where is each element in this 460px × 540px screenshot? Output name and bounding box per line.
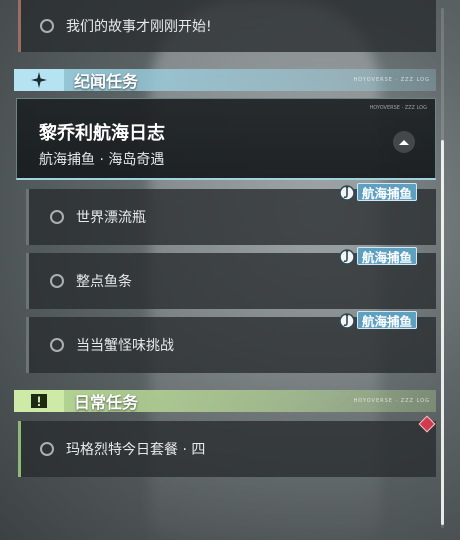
item-accent-bar: [18, 0, 21, 52]
main-quest-subtitle: 航海捕鱼 · 海岛奇遇: [39, 152, 165, 168]
item-accent-bar: [26, 253, 29, 309]
incomplete-circle-icon: [40, 442, 54, 456]
main-quest-card[interactable]: HOYOVERSE · ZZZ LOG 黎乔利航海日志 航海捕鱼 · 海岛奇遇: [16, 98, 436, 180]
item-accent-bar: [18, 421, 21, 477]
quest-tag: 航海捕鱼: [337, 182, 418, 202]
tag-label: 航海捕鱼: [357, 311, 418, 329]
sub-quest-label: 当当蟹怪味挑战: [76, 338, 174, 354]
scrollbar-thumb[interactable]: [441, 140, 444, 525]
incomplete-circle-icon: [50, 210, 64, 224]
daily-quest-item[interactable]: 玛格烈特今日套餐 · 四: [18, 421, 436, 477]
daily-quest-label: 玛格烈特今日套餐 · 四: [66, 442, 206, 458]
tag-label: 航海捕鱼: [357, 247, 418, 265]
section-deco-text: HOYOVERSE · ZZZ LOG: [353, 77, 430, 83]
main-quest-title: 黎乔利航海日志: [39, 123, 165, 144]
chevron-up-icon: [399, 140, 409, 145]
sparkle-icon: [14, 69, 64, 91]
exclamation-box-icon: [14, 390, 64, 412]
section-title: 日常任务: [74, 393, 139, 412]
incomplete-circle-icon: [50, 274, 64, 288]
incomplete-circle-icon: [50, 338, 64, 352]
section-deco-text: HOYOVERSE · ZZZ LOG: [353, 398, 430, 404]
sub-quest-label: 整点鱼条: [76, 274, 132, 290]
section-header-daily[interactable]: 日常任务 HOYOVERSE · ZZZ LOG: [14, 390, 436, 412]
collapse-button[interactable]: [393, 131, 415, 153]
card-deco-text: HOYOVERSE · ZZZ LOG: [369, 105, 428, 111]
incomplete-circle-icon: [40, 19, 54, 33]
item-accent-bar: [26, 317, 29, 373]
tag-label: 航海捕鱼: [357, 183, 418, 201]
section-title: 纪闻任务: [74, 72, 139, 91]
section-header-chronicle[interactable]: 纪闻任务 HOYOVERSE · ZZZ LOG: [14, 69, 436, 91]
quest-tag: 航海捕鱼: [337, 310, 418, 330]
quest-tag: 航海捕鱼: [337, 246, 418, 266]
item-accent-bar: [26, 189, 29, 245]
sub-quest-label: 世界漂流瓶: [76, 210, 146, 226]
quest-item-label: 我们的故事才刚刚开始!: [66, 19, 212, 35]
quest-item-story[interactable]: 我们的故事才刚刚开始!: [18, 0, 436, 52]
